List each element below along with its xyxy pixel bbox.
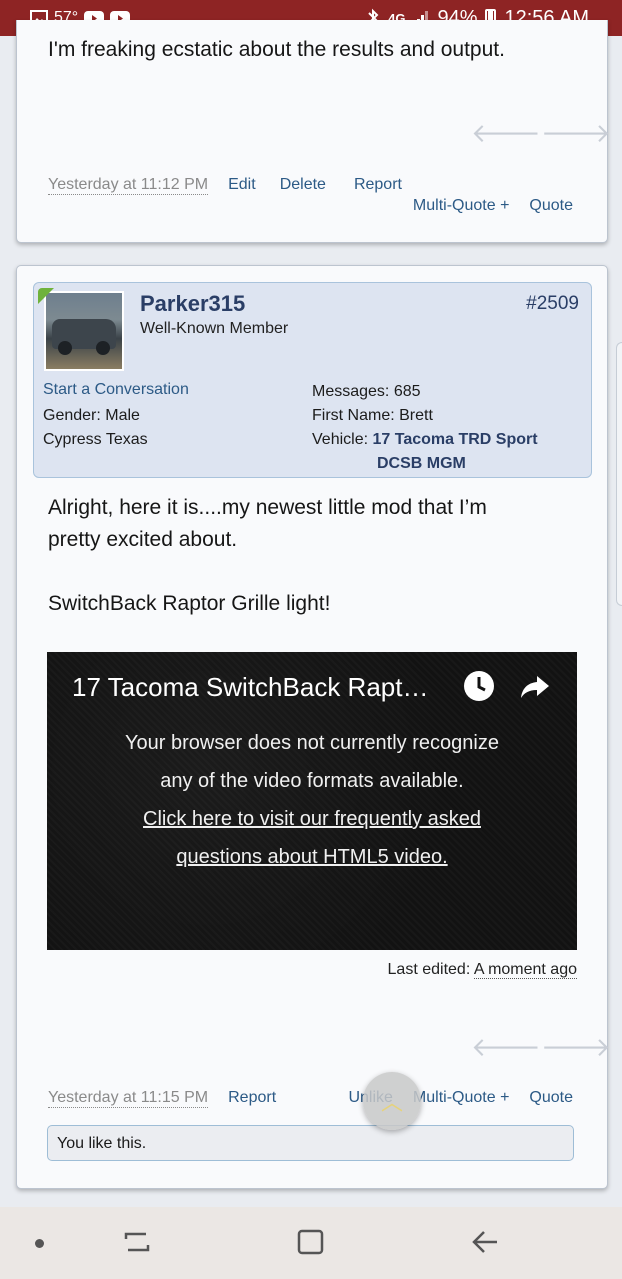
location: Cypress Texas <box>43 431 148 448</box>
username[interactable]: Parker315 <box>140 291 245 317</box>
post-nav-arrows: 🡐 🡒 <box>471 118 611 149</box>
multi-quote-link[interactable]: Multi-Quote + <box>413 1089 509 1107</box>
gender-value: Male <box>105 407 140 424</box>
post-number[interactable]: #2509 <box>526 293 579 315</box>
edit-link[interactable]: Edit <box>228 176 256 195</box>
first-name-value: Brett <box>399 407 433 424</box>
video-error-line: any of the video formats available. <box>160 770 464 792</box>
post-message-line: SwitchBack Raptor Grille light! <box>48 592 331 615</box>
quote-link[interactable]: Quote <box>529 197 573 215</box>
arrow-right-icon[interactable]: 🡒 <box>541 1032 611 1063</box>
messages-value: 685 <box>393 383 421 400</box>
recent-apps-icon[interactable] <box>122 1227 152 1262</box>
report-link[interactable]: Report <box>228 1089 276 1108</box>
last-edited: Last edited: A moment ago <box>388 961 577 979</box>
video-player[interactable]: 17 Tacoma SwitchBack Rapt… Your browser … <box>47 652 577 950</box>
gender-row: Gender: Male <box>43 407 140 425</box>
nav-dot-icon[interactable] <box>35 1239 44 1248</box>
system-nav-bar <box>0 1207 622 1279</box>
home-icon[interactable] <box>296 1227 326 1262</box>
like-summary: You like this. <box>47 1125 574 1161</box>
post-message: I'm freaking ecstatic about the results … <box>48 38 505 61</box>
post-timestamp[interactable]: Yesterday at 11:12 PM <box>48 176 209 195</box>
first-name-row: First Name: Brett <box>312 407 433 425</box>
messages-row: Messages: 685 <box>312 383 421 401</box>
delete-link[interactable]: Delete <box>280 176 326 195</box>
arrow-left-icon[interactable]: 🡐 <box>471 118 541 149</box>
chevron-up-icon: ︿ <box>380 1090 403 1115</box>
post-nav-arrows: 🡐 🡒 <box>471 1032 611 1063</box>
user-title: Well-Known Member <box>140 320 289 337</box>
back-icon[interactable] <box>470 1227 500 1262</box>
gender-label: Gender: <box>43 407 101 424</box>
side-panel-edge[interactable] <box>616 342 622 606</box>
html5-faq-link[interactable]: questions about HTML5 video. <box>47 838 577 876</box>
vehicle-value-line1: 17 Tacoma TRD Sport <box>372 431 538 448</box>
watch-later-icon[interactable] <box>463 670 495 707</box>
video-error-line: Your browser does not currently recogniz… <box>125 732 499 754</box>
vehicle-row: Vehicle: 17 Tacoma TRD Sport <box>312 431 538 449</box>
online-badge-icon <box>38 288 54 304</box>
post-message-line: Alright, here it is....my newest little … <box>48 496 487 519</box>
last-edited-time[interactable]: A moment ago <box>473 961 577 979</box>
post-message-line: pretty excited about. <box>48 528 238 551</box>
first-name-label: First Name: <box>312 407 395 424</box>
post-timestamp[interactable]: Yesterday at 11:15 PM <box>48 1089 209 1108</box>
post-card: I'm freaking ecstatic about the results … <box>16 20 611 243</box>
start-conversation-link[interactable]: Start a Conversation <box>43 381 189 399</box>
quote-link[interactable]: Quote <box>529 1089 573 1107</box>
vehicle-label: Vehicle: <box>312 431 369 448</box>
author-block: Parker315 Well-Known Member #2509 Start … <box>33 282 592 478</box>
report-link[interactable]: Report <box>354 176 402 195</box>
avatar[interactable] <box>44 291 124 371</box>
scroll-to-top-button[interactable]: ︿ <box>363 1072 421 1130</box>
vehicle-value-line2: DCSB MGM <box>377 455 466 472</box>
multi-quote-link[interactable]: Multi-Quote + <box>413 197 509 215</box>
post-card: Parker315 Well-Known Member #2509 Start … <box>16 265 611 1189</box>
html5-faq-link[interactable]: Click here to visit our frequently asked <box>47 800 577 838</box>
messages-label: Messages: <box>312 383 390 400</box>
arrow-right-icon[interactable]: 🡒 <box>541 118 611 149</box>
last-edited-label: Last edited: <box>387 961 471 978</box>
share-icon[interactable] <box>519 670 551 707</box>
arrow-left-icon[interactable]: 🡐 <box>471 1032 541 1063</box>
video-title[interactable]: 17 Tacoma SwitchBack Rapt… <box>72 672 428 703</box>
